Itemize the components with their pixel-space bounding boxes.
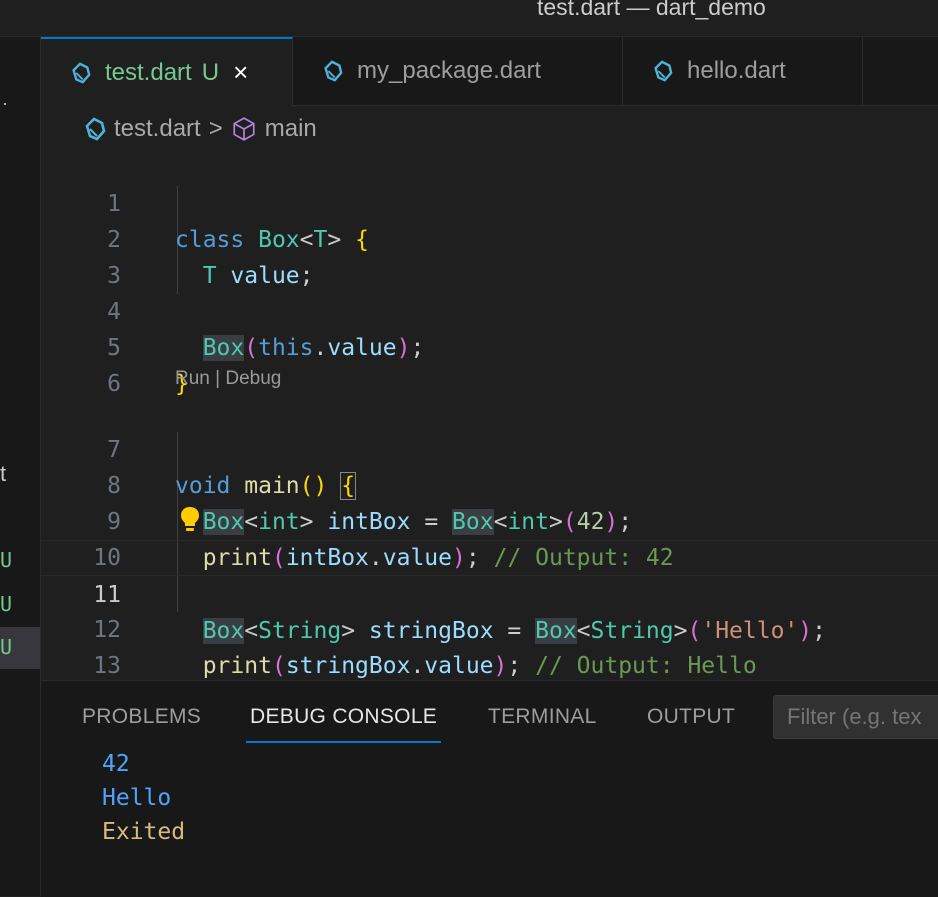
code-line[interactable]: 8 Box<int> intBox = Box<int>(42);: [41, 432, 938, 535]
dart-file-icon: [654, 60, 673, 82]
cube-icon: [233, 117, 255, 141]
breadcrumb-separator: >: [208, 115, 223, 142]
tab-problems[interactable]: PROBLEMS: [82, 705, 201, 729]
code-line[interactable]: 14: [41, 648, 938, 680]
bottom-panel: PROBLEMS DEBUG CONSOLE TERMINAL OUTPUT 4…: [41, 680, 938, 897]
more-icon[interactable]: ·: [2, 93, 8, 114]
console-output-line: 42: [102, 751, 130, 777]
tab-output[interactable]: OUTPUT: [647, 705, 735, 729]
breadcrumb-symbol[interactable]: main: [265, 115, 317, 143]
title-bar: test.dart — dart_demo: [0, 0, 938, 37]
dart-file-icon: [72, 61, 91, 84]
code-line[interactable]: 10: [41, 504, 938, 571]
git-untracked-badge: U: [0, 548, 13, 572]
code-line[interactable]: 7 void main() {: [41, 396, 938, 500]
code-line[interactable]: 6: [41, 330, 938, 397]
tab-my-package-dart[interactable]: my_package.dart: [293, 37, 623, 105]
codelens-run-debug[interactable]: Run | Debug: [175, 368, 281, 390]
close-icon[interactable]: ×: [233, 57, 248, 88]
tab-label: hello.dart: [687, 57, 786, 84]
code-line[interactable]: 9 print(intBox.value); // Output: 42: [41, 468, 938, 571]
tab-label: test.dart: [105, 58, 192, 86]
editor-tab-bar: test.dart U × my_package.dart hello.dart: [41, 37, 938, 106]
tab-label: my_package.dart: [357, 57, 542, 84]
tab-debug-console[interactable]: DEBUG CONSOLE: [245, 705, 442, 743]
console-output-line: Hello: [102, 785, 172, 811]
modified-indicator: U: [201, 58, 220, 86]
console-exited-line: Exited: [102, 819, 186, 845]
tab-test-dart[interactable]: test.dart U ×: [41, 37, 293, 106]
code-line[interactable]: 4 Box(this.value);: [41, 258, 938, 361]
explorer-item-label: t: [0, 461, 7, 486]
dart-file-icon: [85, 117, 106, 141]
code-line-current[interactable]: 11 Box<String> stringBox = Box<String>('…: [41, 540, 938, 644]
console-filter-input[interactable]: [773, 695, 938, 739]
tab-hello-dart[interactable]: hello.dart: [623, 37, 863, 105]
window-title: test.dart — dart_demo: [537, 0, 766, 20]
code-line[interactable]: 3: [41, 222, 938, 289]
breadcrumb: test.dart > main: [82, 112, 317, 146]
code-editor[interactable]: 1 class Box<T> { 2 T value; 3 4 Box(this…: [41, 150, 938, 680]
code-line[interactable]: 13 }: [41, 612, 938, 679]
lightbulb-icon[interactable]: [179, 505, 201, 535]
code-line[interactable]: 12 print(stringBox.value); // Output: He…: [41, 576, 938, 679]
tab-terminal[interactable]: TERMINAL: [488, 705, 597, 729]
dart-file-icon: [324, 60, 343, 82]
code-line[interactable]: 2 T value;: [41, 186, 938, 289]
git-untracked-badge: U: [0, 635, 13, 659]
code-line[interactable]: 1 class Box<T> {: [41, 150, 938, 253]
git-untracked-badge: U: [0, 592, 13, 616]
explorer-sidebar[interactable]: · t U U U: [0, 37, 41, 896]
breadcrumb-file[interactable]: test.dart: [114, 115, 201, 143]
code-line[interactable]: 5 }: [41, 294, 938, 397]
